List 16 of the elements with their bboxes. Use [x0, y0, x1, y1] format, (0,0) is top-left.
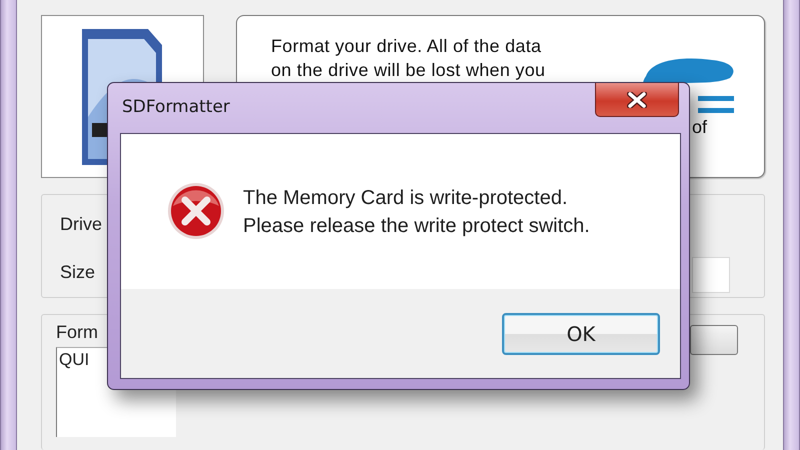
- size-label: Size: [60, 261, 96, 283]
- message-text: Please release the write protect switch.: [243, 214, 590, 239]
- error-icon: [167, 182, 225, 240]
- description-text: of: [692, 116, 707, 138]
- message-text: The Memory Card is write-protected.: [243, 186, 568, 211]
- size-field: [692, 257, 730, 293]
- format-option-text: QUI: [59, 350, 90, 369]
- ok-button[interactable]: OK: [502, 313, 660, 355]
- description-text: on the drive will be lost when you: [271, 59, 546, 82]
- close-button[interactable]: [595, 83, 679, 117]
- dialog-title: SDFormatter: [122, 97, 230, 117]
- description-text: Format your drive. All of the data: [271, 35, 542, 58]
- drive-label: Drive: [60, 213, 102, 235]
- format-label: Form: [56, 321, 98, 343]
- option-button[interactable]: [690, 325, 738, 355]
- close-icon: [626, 92, 648, 108]
